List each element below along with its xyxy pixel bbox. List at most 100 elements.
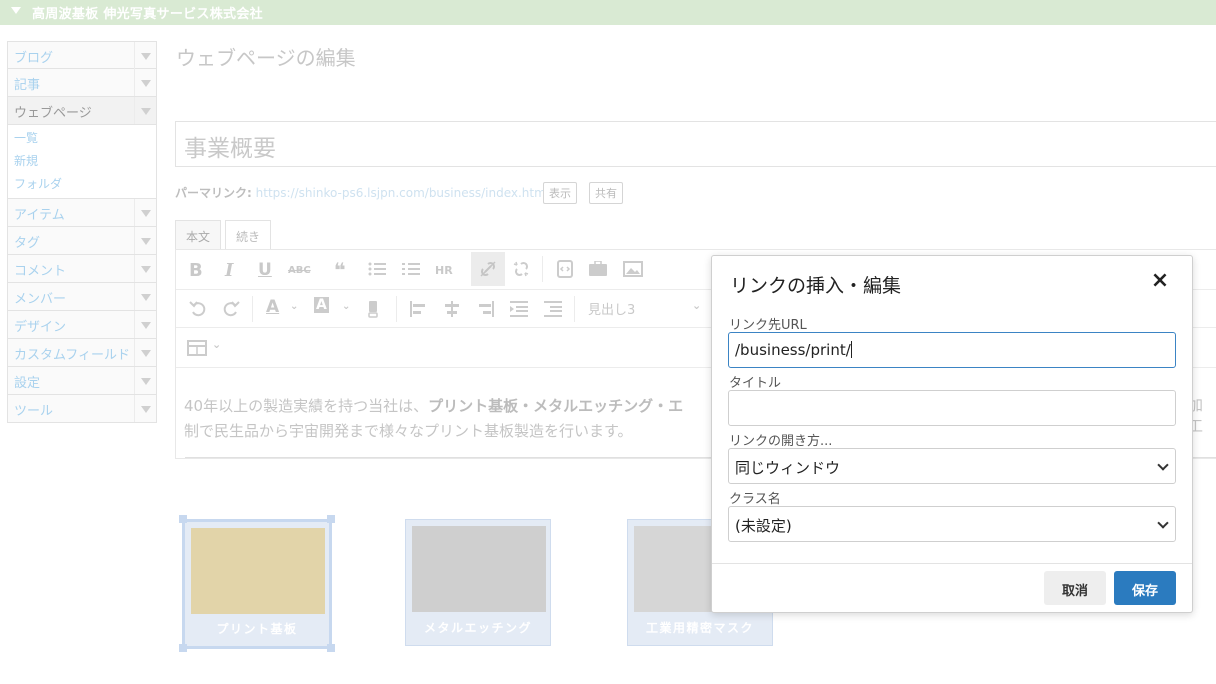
- chevron-down-icon[interactable]: [134, 69, 156, 96]
- undo-icon[interactable]: [189, 300, 207, 318]
- underline-icon[interactable]: U: [258, 260, 272, 280]
- link-icon: [480, 261, 496, 277]
- tab-more[interactable]: 続き: [225, 220, 272, 249]
- chevron-down-icon[interactable]: [134, 395, 156, 422]
- collapse-triangle-icon[interactable]: [11, 7, 21, 14]
- site-header: 高周波基板 伸光写真サービス株式会社: [0, 0, 1216, 25]
- sidebar-item-member[interactable]: メンバー: [7, 283, 157, 311]
- chevron-down-icon[interactable]: [134, 97, 156, 124]
- sidebar-item-label: メンバー: [14, 292, 67, 307]
- insert-image-icon[interactable]: [623, 261, 643, 277]
- body-text-line2: 制で民生品から宇宙開発まで様々なプリント基板製造を行います。: [184, 422, 633, 440]
- title-input[interactable]: 事業概要: [175, 121, 1216, 167]
- insert-asset-icon[interactable]: [588, 261, 608, 277]
- thumbnail-caption: メタルエッチング: [423, 621, 532, 635]
- thumbnail-print-board[interactable]: プリント基板: [182, 519, 332, 649]
- sidebar-item-settings[interactable]: 設定: [7, 367, 157, 395]
- body-text-bold: プリント基板・メタルエッチング・エ: [428, 397, 684, 415]
- bold-icon[interactable]: B: [189, 260, 203, 281]
- numbered-list-icon[interactable]: [402, 261, 420, 277]
- metal-etching-image: [412, 526, 546, 612]
- chevron-down-icon[interactable]: ⌄: [692, 299, 701, 312]
- sidebar-subitem-new[interactable]: 新規: [14, 150, 156, 173]
- chevron-down-icon[interactable]: [134, 42, 156, 69]
- sidebar-item-design[interactable]: デザイン: [7, 311, 157, 339]
- sidebar-subitem-folder[interactable]: フォルダ: [14, 173, 156, 196]
- site-name[interactable]: 高周波基板 伸光写真サービス株式会社: [32, 3, 263, 22]
- clear-format-icon[interactable]: [366, 300, 380, 318]
- align-center-icon[interactable]: [444, 301, 460, 317]
- sidebar-item-tag[interactable]: タグ: [7, 227, 157, 255]
- chevron-down-icon[interactable]: ⌄: [290, 301, 298, 312]
- save-button[interactable]: 保存: [1114, 571, 1176, 605]
- title-field[interactable]: [728, 390, 1176, 426]
- heading-select[interactable]: 見出し3: [588, 299, 635, 318]
- chevron-down-icon[interactable]: [134, 283, 156, 310]
- link-button-active[interactable]: [471, 252, 505, 286]
- resize-handle[interactable]: [327, 644, 335, 652]
- resize-handle[interactable]: [327, 515, 335, 523]
- chevron-down-icon[interactable]: [134, 199, 156, 226]
- class-select[interactable]: (未設定): [728, 506, 1176, 542]
- table-icon[interactable]: [187, 340, 207, 356]
- resize-handle[interactable]: [179, 644, 187, 652]
- url-input[interactable]: /business/print/: [728, 332, 1176, 368]
- chevron-down-icon[interactable]: [134, 227, 156, 254]
- text-caret: [850, 341, 852, 358]
- unlink-icon[interactable]: [512, 260, 530, 278]
- redo-icon[interactable]: [222, 300, 240, 318]
- align-left-icon[interactable]: [410, 301, 426, 317]
- target-label: リンクの開き方...: [729, 434, 833, 449]
- sidebar-submenu: 一覧 新規 フォルダ: [7, 125, 157, 199]
- permalink-label: パーマリンク:: [175, 186, 252, 200]
- chevron-down-icon[interactable]: [134, 255, 156, 282]
- sidebar-item-label: カスタムフィールド: [14, 348, 130, 363]
- dialog-title: リンクの挿入・編集: [730, 275, 902, 297]
- body-text-part: 40年以上の製造実績を持つ当社は、: [184, 397, 429, 415]
- sidebar-item-label: ブログ: [14, 51, 54, 66]
- sidebar-item-label: 設定: [14, 376, 41, 391]
- url-label: リンク先URL: [729, 318, 807, 333]
- permalink-url[interactable]: https://shinko-ps6.lsjpn.com/business/in…: [256, 186, 550, 200]
- align-right-icon[interactable]: [478, 301, 494, 317]
- sidebar-item-asset[interactable]: アイテム: [7, 199, 157, 227]
- target-select[interactable]: 同じウィンドウ: [728, 448, 1176, 484]
- tab-body[interactable]: 本文: [175, 220, 222, 249]
- italic-icon[interactable]: I: [225, 260, 233, 281]
- indent-icon[interactable]: [510, 301, 528, 317]
- sidebar: ブログ 記事 ウェブページ 一覧 新規 フォルダ アイテム タグ コメント メン…: [7, 41, 157, 423]
- background-color-icon[interactable]: A: [314, 297, 329, 313]
- sidebar-item-webpage[interactable]: ウェブページ: [7, 97, 157, 125]
- close-icon[interactable]: ×: [1150, 268, 1170, 293]
- strikethrough-icon[interactable]: ABC: [288, 265, 311, 276]
- sidebar-item-label: コメント: [14, 264, 67, 279]
- title-value: 事業概要: [184, 136, 276, 162]
- bullet-list-icon[interactable]: [368, 261, 386, 277]
- share-button[interactable]: 共有: [589, 182, 623, 204]
- chevron-down-icon[interactable]: ⌄: [212, 338, 221, 351]
- url-value: /business/print/: [735, 341, 851, 359]
- sidebar-item-comment[interactable]: コメント: [7, 255, 157, 283]
- chevron-down-icon[interactable]: [134, 367, 156, 394]
- horizontal-rule-icon[interactable]: HR: [435, 264, 453, 277]
- resize-handle[interactable]: [179, 515, 187, 523]
- chevron-down-icon[interactable]: [134, 311, 156, 338]
- target-value: 同じウィンドウ: [735, 459, 841, 477]
- chevron-down-icon: [1157, 459, 1169, 471]
- blockquote-icon[interactable]: ❝: [334, 258, 346, 282]
- thumbnail-metal-etching[interactable]: メタルエッチング: [405, 519, 551, 646]
- outdent-icon[interactable]: [544, 301, 562, 317]
- chevron-down-icon[interactable]: [134, 339, 156, 366]
- sidebar-item-entry[interactable]: 記事: [7, 69, 157, 97]
- chevron-down-icon[interactable]: ⌄: [342, 301, 350, 312]
- view-button[interactable]: 表示: [543, 182, 577, 204]
- text-color-icon[interactable]: A: [266, 297, 279, 317]
- insert-file-icon[interactable]: [557, 260, 573, 278]
- class-label: クラス名: [729, 492, 781, 507]
- sidebar-item-custom-field[interactable]: カスタムフィールド: [7, 339, 157, 367]
- sidebar-subitem-list[interactable]: 一覧: [14, 127, 156, 150]
- page-title: ウェブページの編集: [176, 46, 356, 70]
- sidebar-item-blog[interactable]: ブログ: [7, 41, 157, 69]
- cancel-button[interactable]: 取消: [1044, 571, 1106, 605]
- sidebar-item-tools[interactable]: ツール: [7, 395, 157, 423]
